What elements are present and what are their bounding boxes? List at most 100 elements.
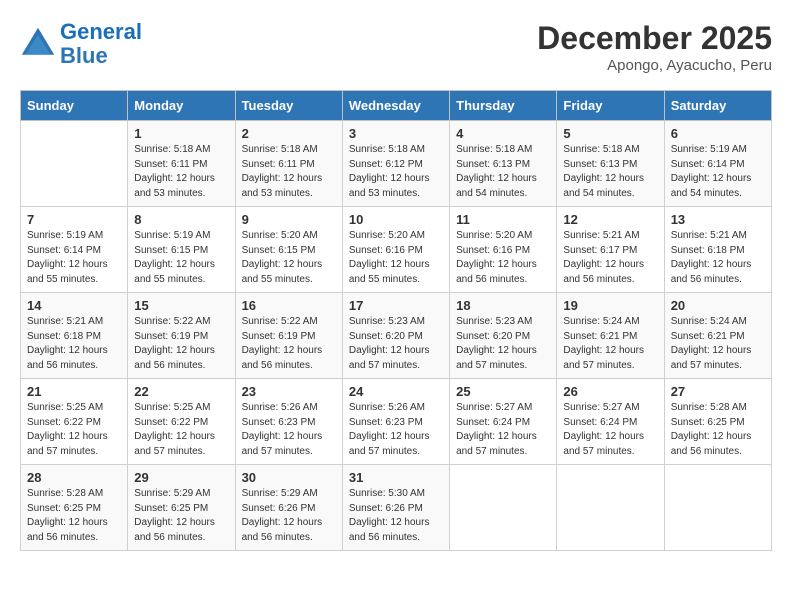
day-number: 8: [134, 212, 228, 227]
calendar-table: SundayMondayTuesdayWednesdayThursdayFrid…: [20, 90, 772, 551]
day-cell: 1 Sunrise: 5:18 AMSunset: 6:11 PMDaylight…: [128, 121, 235, 207]
day-info: Sunrise: 5:20 AMSunset: 6:15 PMDaylight:…: [242, 229, 336, 287]
day-number: 20: [671, 298, 765, 313]
day-number: 19: [563, 298, 657, 313]
day-number: 2: [242, 126, 336, 141]
day-cell: 14 Sunrise: 5:21 AMSunset: 6:18 PMDayligh…: [21, 293, 128, 379]
day-cell: 3Sunrise: 5:18 AMSunset: 6:12 PMDaylight…: [342, 121, 449, 207]
day-info: Sunrise: 5:18 AMSunset: 6:11 PMDaylight:…: [134, 143, 228, 201]
header-day-friday: Friday: [557, 91, 664, 121]
day-cell: [664, 465, 771, 551]
day-info: Sunrise: 5:24 AMSunset: 6:21 PMDaylight:…: [671, 315, 765, 373]
header-day-saturday: Saturday: [664, 91, 771, 121]
logo-general: General: [60, 19, 142, 44]
day-cell: 28 Sunrise: 5:28 AMSunset: 6:25 PMDayligh…: [21, 465, 128, 551]
day-number: 27: [671, 384, 765, 399]
day-cell: 5 Sunrise: 5:18 AMSunset: 6:13 PMDaylight…: [557, 121, 664, 207]
day-cell: 18 Sunrise: 5:23 AMSunset: 6:20 PMDayligh…: [450, 293, 557, 379]
header-day-wednesday: Wednesday: [342, 91, 449, 121]
day-info: Sunrise: 5:19 AMSunset: 6:14 PMDaylight:…: [27, 229, 121, 287]
week-row-2: 7 Sunrise: 5:19 AMSunset: 6:14 PMDaylight…: [21, 207, 772, 293]
logo: General Blue: [20, 20, 142, 68]
day-number: 14: [27, 298, 121, 313]
week-row-4: 21 Sunrise: 5:25 AMSunset: 6:22 PMDayligh…: [21, 379, 772, 465]
day-number: 10: [349, 212, 443, 227]
week-row-3: 14 Sunrise: 5:21 AMSunset: 6:18 PMDayligh…: [21, 293, 772, 379]
day-info: Sunrise: 5:19 AMSunset: 6:15 PMDaylight:…: [134, 229, 228, 287]
day-info: Sunrise: 5:20 AMSunset: 6:16 PMDaylight:…: [349, 229, 443, 287]
day-number: 31: [349, 470, 443, 485]
day-info: Sunrise: 5:22 AMSunset: 6:19 PMDaylight:…: [134, 315, 228, 373]
day-number: 22: [134, 384, 228, 399]
day-info: Sunrise: 5:21 AMSunset: 6:18 PMDaylight:…: [27, 315, 121, 373]
day-info: Sunrise: 5:23 AMSunset: 6:20 PMDaylight:…: [349, 315, 443, 373]
day-info: Sunrise: 5:26 AMSunset: 6:23 PMDaylight:…: [349, 401, 443, 459]
day-number: 23: [242, 384, 336, 399]
month-title: December 2025: [537, 20, 772, 57]
day-cell: 10 Sunrise: 5:20 AMSunset: 6:16 PMDayligh…: [342, 207, 449, 293]
day-number: 16: [242, 298, 336, 313]
day-cell: 24 Sunrise: 5:26 AMSunset: 6:23 PMDayligh…: [342, 379, 449, 465]
day-info: Sunrise: 5:23 AMSunset: 6:20 PMDaylight:…: [456, 315, 550, 373]
day-cell: 13 Sunrise: 5:21 AMSunset: 6:18 PMDayligh…: [664, 207, 771, 293]
day-cell: 6 Sunrise: 5:19 AMSunset: 6:14 PMDaylight…: [664, 121, 771, 207]
day-info: Sunrise: 5:27 AMSunset: 6:24 PMDaylight:…: [456, 401, 550, 459]
day-cell: 2Sunrise: 5:18 AMSunset: 6:11 PMDaylight…: [235, 121, 342, 207]
location: Apongo, Ayacucho, Peru: [537, 57, 772, 74]
logo-blue: Blue: [60, 43, 108, 68]
day-cell: 12 Sunrise: 5:21 AMSunset: 6:17 PMDayligh…: [557, 207, 664, 293]
day-info: Sunrise: 5:26 AMSunset: 6:23 PMDaylight:…: [242, 401, 336, 459]
day-number: 29: [134, 470, 228, 485]
day-number: 11: [456, 212, 550, 227]
day-info: Sunrise: 5:18 AMSunset: 6:13 PMDaylight:…: [563, 143, 657, 201]
day-number: 28: [27, 470, 121, 485]
day-cell: 23 Sunrise: 5:26 AMSunset: 6:23 PMDayligh…: [235, 379, 342, 465]
day-number: 30: [242, 470, 336, 485]
day-cell: 9 Sunrise: 5:20 AMSunset: 6:15 PMDaylight…: [235, 207, 342, 293]
day-number: 18: [456, 298, 550, 313]
day-cell: 15Sunrise: 5:22 AMSunset: 6:19 PMDayligh…: [128, 293, 235, 379]
day-number: 3: [349, 126, 443, 141]
day-cell: [450, 465, 557, 551]
day-cell: 21 Sunrise: 5:25 AMSunset: 6:22 PMDayligh…: [21, 379, 128, 465]
day-cell: 17 Sunrise: 5:23 AMSunset: 6:20 PMDayligh…: [342, 293, 449, 379]
day-info: Sunrise: 5:27 AMSunset: 6:24 PMDaylight:…: [563, 401, 657, 459]
day-number: 6: [671, 126, 765, 141]
day-number: 13: [671, 212, 765, 227]
day-number: 9: [242, 212, 336, 227]
header-row: SundayMondayTuesdayWednesdayThursdayFrid…: [21, 91, 772, 121]
day-number: 24: [349, 384, 443, 399]
day-info: Sunrise: 5:25 AMSunset: 6:22 PMDaylight:…: [27, 401, 121, 459]
day-number: 7: [27, 212, 121, 227]
day-cell: 4Sunrise: 5:18 AMSunset: 6:13 PMDaylight…: [450, 121, 557, 207]
day-number: 5: [563, 126, 657, 141]
day-cell: 19 Sunrise: 5:24 AMSunset: 6:21 PMDayligh…: [557, 293, 664, 379]
day-info: Sunrise: 5:28 AMSunset: 6:25 PMDaylight:…: [671, 401, 765, 459]
header-day-tuesday: Tuesday: [235, 91, 342, 121]
logo-text: General Blue: [60, 20, 142, 68]
day-cell: 29Sunrise: 5:29 AMSunset: 6:25 PMDayligh…: [128, 465, 235, 551]
day-number: 17: [349, 298, 443, 313]
day-info: Sunrise: 5:25 AMSunset: 6:22 PMDaylight:…: [134, 401, 228, 459]
day-info: Sunrise: 5:19 AMSunset: 6:14 PMDaylight:…: [671, 143, 765, 201]
day-info: Sunrise: 5:20 AMSunset: 6:16 PMDaylight:…: [456, 229, 550, 287]
day-cell: 31Sunrise: 5:30 AMSunset: 6:26 PMDayligh…: [342, 465, 449, 551]
day-info: Sunrise: 5:29 AMSunset: 6:26 PMDaylight:…: [242, 487, 336, 545]
day-number: 4: [456, 126, 550, 141]
day-info: Sunrise: 5:24 AMSunset: 6:21 PMDaylight:…: [563, 315, 657, 373]
day-cell: 11 Sunrise: 5:20 AMSunset: 6:16 PMDayligh…: [450, 207, 557, 293]
day-cell: 8 Sunrise: 5:19 AMSunset: 6:15 PMDaylight…: [128, 207, 235, 293]
logo-icon: [20, 26, 56, 62]
day-cell: [21, 121, 128, 207]
day-number: 12: [563, 212, 657, 227]
day-info: Sunrise: 5:21 AMSunset: 6:18 PMDaylight:…: [671, 229, 765, 287]
day-number: 1: [134, 126, 228, 141]
day-number: 25: [456, 384, 550, 399]
header-day-sunday: Sunday: [21, 91, 128, 121]
day-number: 21: [27, 384, 121, 399]
day-info: Sunrise: 5:28 AMSunset: 6:25 PMDaylight:…: [27, 487, 121, 545]
day-cell: 27 Sunrise: 5:28 AMSunset: 6:25 PMDayligh…: [664, 379, 771, 465]
week-row-1: 1 Sunrise: 5:18 AMSunset: 6:11 PMDaylight…: [21, 121, 772, 207]
day-info: Sunrise: 5:21 AMSunset: 6:17 PMDaylight:…: [563, 229, 657, 287]
header-day-thursday: Thursday: [450, 91, 557, 121]
